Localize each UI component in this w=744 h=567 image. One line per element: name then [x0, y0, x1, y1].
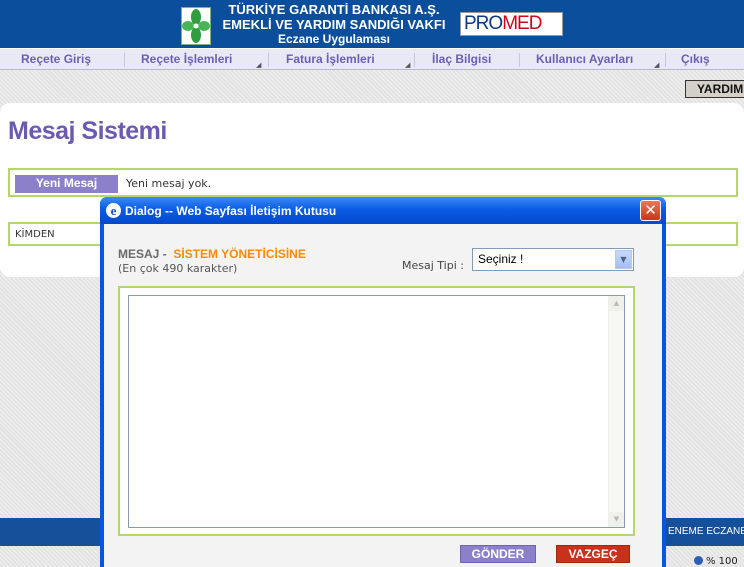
send-button[interactable]: GÖNDER [460, 545, 536, 563]
app-header: TÜRKİYE GARANTİ BANKASI A.Ş. EMEKLİ VE Y… [0, 0, 744, 48]
message-type-selected-value: Seçiniz ! [478, 252, 524, 266]
menu-separator [665, 53, 666, 67]
message-heading: MESAJ - SİSTEM YÖNETİCİSİNE [118, 247, 306, 261]
promed-logo-part2: MED [502, 13, 542, 34]
character-limit-note: (En çok 490 karakter) [118, 262, 238, 275]
header-title: TÜRKİYE GARANTİ BANKASI A.Ş. EMEKLİ VE Y… [214, 2, 454, 47]
dialog-body: MESAJ - SİSTEM YÖNETİCİSİNE (En çok 490 … [104, 224, 662, 567]
promed-logo: PROMED [460, 12, 563, 36]
dialog-title: Dialog -- Web Sayfası İletişim Kutusu [125, 204, 337, 218]
menu-separator [124, 53, 125, 67]
scroll-up-icon[interactable]: ▲ [609, 296, 624, 311]
header-line-1: TÜRKİYE GARANTİ BANKASI A.Ş. [228, 2, 440, 17]
zoom-control[interactable]: % 100 [694, 556, 738, 567]
globe-icon [694, 556, 703, 565]
menu-item-fatura-islemleri[interactable]: Fatura İşlemleri [286, 49, 375, 70]
close-button[interactable]: ✕ [640, 200, 661, 221]
menu-item-recete-islemleri[interactable]: Reçete İşlemleri [141, 49, 232, 70]
header-line-2: EMEKLİ VE YARDIM SANDIĞI VAKFI [222, 17, 446, 32]
dialog-titlebar[interactable]: e Dialog -- Web Sayfası İletişim Kutusu … [100, 197, 666, 224]
zoom-level: % 100 [706, 556, 738, 567]
close-icon: ✕ [644, 201, 657, 219]
message-dialog: e Dialog -- Web Sayfası İletişim Kutusu … [100, 197, 666, 567]
message-area-frame: ▲ ▼ [118, 286, 635, 536]
submenu-arrow-icon: ◢ [256, 61, 262, 69]
menu-item-cikis[interactable]: Çıkış [681, 49, 710, 70]
promed-logo-part1: PRO [464, 13, 503, 34]
submenu-arrow-icon: ◢ [405, 61, 411, 69]
bank-logo [181, 7, 211, 45]
menu-item-recete-giris[interactable]: Reçete Giriş [21, 49, 91, 70]
menu-separator [519, 53, 520, 67]
message-textarea[interactable] [128, 295, 625, 528]
menu-separator [268, 53, 269, 67]
chevron-down-icon[interactable]: ▼ [615, 250, 632, 269]
internet-explorer-icon: e [106, 203, 121, 218]
menu-separator [414, 53, 415, 67]
header-line-3: Eczane Uygulaması [277, 32, 391, 46]
column-header-from: KİMDEN [15, 229, 55, 240]
cancel-button[interactable]: VAZGEÇ [556, 545, 630, 563]
message-label: MESAJ - [118, 247, 167, 261]
message-type-select[interactable]: Seçiniz ! ▼ [472, 248, 634, 271]
page-title: Mesaj Sistemi [8, 117, 167, 145]
submenu-arrow-icon: ◢ [654, 61, 660, 69]
new-message-status: Yeni mesaj yok. [126, 177, 212, 190]
message-recipient: SİSTEM YÖNETİCİSİNE [173, 247, 306, 261]
main-menu: Reçete Giriş Reçete İşlemleri ◢ Fatura İ… [0, 48, 744, 70]
menu-item-ilac-bilgisi[interactable]: İlaç Bilgisi [432, 49, 491, 70]
message-type-label: Mesaj Tipi : [402, 259, 464, 272]
new-message-bar: Yeni Mesaj Yeni mesaj yok. [8, 168, 738, 197]
green-clover-logo-icon [182, 9, 210, 43]
menu-item-kullanici-ayarlari[interactable]: Kullanıcı Ayarları [536, 49, 633, 70]
textarea-scrollbar[interactable]: ▲ ▼ [608, 296, 624, 527]
scroll-down-icon[interactable]: ▼ [609, 512, 624, 527]
new-message-button[interactable]: Yeni Mesaj [15, 175, 118, 193]
status-text: ENEME ECZANESİ [668, 526, 744, 537]
help-button[interactable]: YARDIM [685, 80, 744, 98]
